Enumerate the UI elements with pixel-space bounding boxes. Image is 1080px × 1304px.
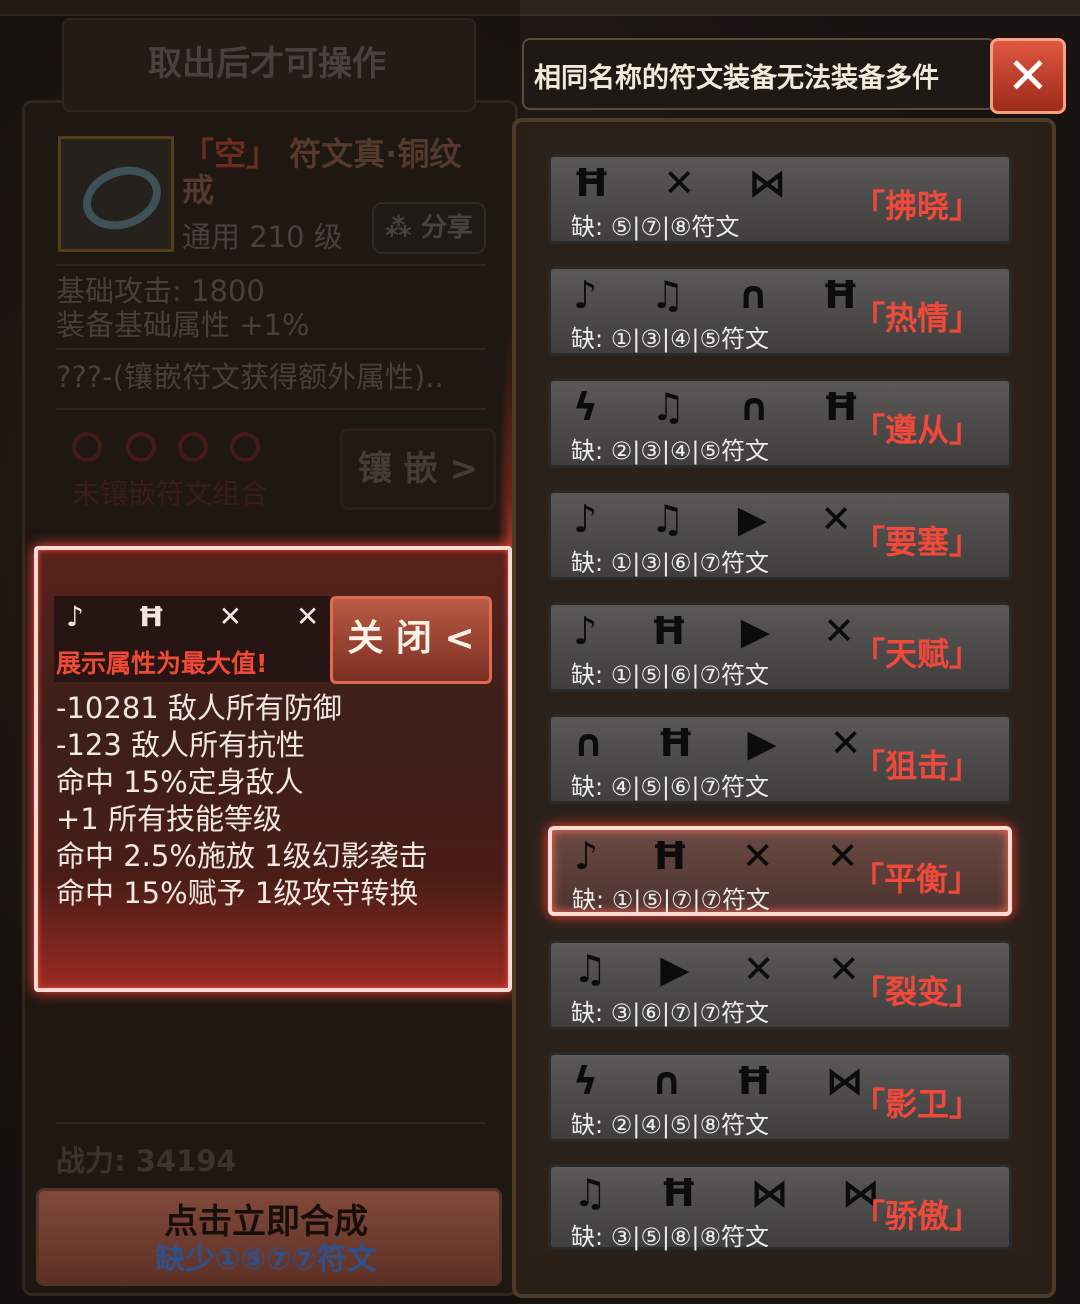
rune-set-card[interactable]: ∩ Ħ ▶ ✕ 缺: ④|⑤|⑥|⑦符文 「狙击」	[548, 714, 1012, 804]
missing-runes: 缺: ③|⑤|⑧|⑧符文	[571, 1223, 770, 1251]
missing-runes: 缺: ①|⑤|⑥|⑦符文	[571, 661, 770, 689]
missing-runes: 缺: ①|③|⑥|⑦符文	[571, 549, 770, 577]
rune-icons: ϟ ♫ ∩ Ħ	[573, 385, 880, 429]
popup-attribute: +1 所有技能等级	[56, 802, 282, 836]
rune-icons: ∩ Ħ ▶ ✕	[573, 721, 882, 765]
rune-icons: ϟ ∩ Ħ ⋈	[573, 1059, 884, 1103]
rune-set-card[interactable]: Ħ ✕ ⋈ 缺: ⑤|⑦|⑧符文 「拂晓」	[548, 154, 1012, 244]
popup-attribute: -123 敌人所有抗性	[56, 728, 306, 762]
popup-warning: 展示属性为最大值!	[56, 649, 268, 678]
rune-set-name: 「天赋」	[852, 635, 981, 673]
rune-set-card[interactable]: ♪ Ħ ▶ ✕ 缺: ①|⑤|⑥|⑦符文 「天赋」	[548, 602, 1012, 692]
popup-attribute: -10281 敌人所有防御	[56, 691, 342, 725]
rune-set-name: 「狙击」	[852, 747, 981, 785]
popup-close-button[interactable]: 关 闭 <	[330, 596, 492, 684]
rune-set-card[interactable]: ϟ ∩ Ħ ⋈ 缺: ②|④|⑤|⑧符文 「影卫」	[548, 1052, 1012, 1142]
rune-set-name: 「要塞」	[852, 523, 981, 561]
rune-icons: ♪ ♫ ▶ ✕	[573, 497, 873, 541]
rune-icons: ♪ Ħ ✕ ✕	[574, 834, 879, 878]
popup-rune-icons: ♪ Ħ ✕ ✕	[66, 600, 342, 633]
rune-icons: ♫ Ħ ⋈ ⋈	[573, 1171, 900, 1215]
rune-set-name: 「影卫」	[852, 1085, 981, 1123]
rune-set-name: 「拂晓」	[852, 187, 981, 225]
rune-set-card[interactable]: ♫ Ħ ⋈ ⋈ 缺: ③|⑤|⑧|⑧符文 「骄傲」	[548, 1164, 1012, 1251]
popup-attribute: 命中 2.5%施放 1级幻影袭击	[56, 839, 428, 873]
missing-runes: 缺: ①|⑤|⑦|⑦符文	[572, 886, 771, 914]
rune-set-name: 「热情」	[852, 299, 981, 337]
missing-runes: 缺: ⑤|⑦|⑧符文	[571, 213, 740, 241]
rune-icons: ♫ ▶ ✕ ✕	[573, 947, 880, 991]
missing-runes: 缺: ①|③|④|⑤符文	[571, 325, 770, 353]
missing-runes: 缺: ②|③|④|⑤符文	[571, 437, 770, 465]
rune-icons: ♪ Ħ ▶ ✕	[573, 609, 876, 653]
close-icon[interactable]: ✕	[990, 38, 1066, 114]
rune-set-card-selected[interactable]: ♪ Ħ ✕ ✕ 缺: ①|⑤|⑦|⑦符文 「平衡」	[548, 826, 1012, 916]
popup-attribute: 命中 15%定身敌人	[56, 765, 304, 799]
rune-set-name: 「平衡」	[851, 860, 980, 898]
rune-set-card[interactable]: ϟ ♫ ∩ Ħ 缺: ②|③|④|⑤符文 「遵从」	[548, 378, 1012, 468]
missing-runes: 缺: ③|⑥|⑦|⑦符文	[571, 999, 770, 1027]
missing-runes: 缺: ④|⑤|⑥|⑦符文	[571, 773, 770, 801]
rune-icons: ♪ ♫ ∩ Ħ	[573, 273, 879, 317]
rune-set-card[interactable]: ♫ ▶ ✕ ✕ 缺: ③|⑥|⑦|⑦符文 「裂变」	[548, 940, 1012, 1030]
missing-runes: 缺: ②|④|⑤|⑧符文	[571, 1111, 770, 1139]
rune-set-card[interactable]: ♪ ♫ ▶ ✕ 缺: ①|③|⑥|⑦符文 「要塞」	[548, 490, 1012, 580]
rune-icons: Ħ ✕ ⋈	[573, 161, 807, 205]
notice-text: 相同名称的符文装备无法装备多件	[534, 63, 939, 94]
rune-set-name: 「骄傲」	[852, 1197, 981, 1235]
rune-set-card[interactable]: ♪ ♫ ∩ Ħ 缺: ①|③|④|⑤符文 「热情」	[548, 266, 1012, 356]
popup-attribute: 命中 15%赋予 1级攻守转换	[56, 876, 419, 910]
rune-set-name: 「遵从」	[852, 411, 981, 449]
rune-set-name: 「裂变」	[852, 973, 981, 1011]
